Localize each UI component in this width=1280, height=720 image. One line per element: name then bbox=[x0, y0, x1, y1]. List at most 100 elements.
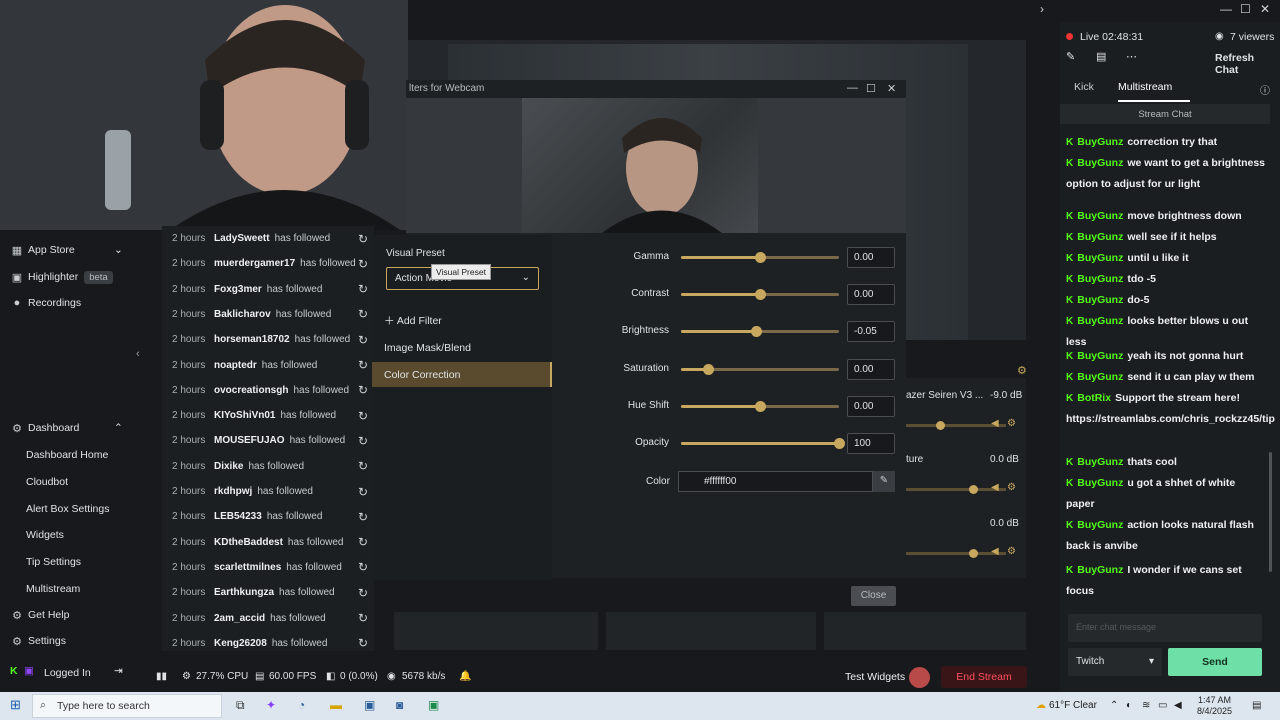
send-button[interactable]: Send bbox=[1168, 648, 1262, 676]
nav-alert-box-settings[interactable]: Alert Box Settings bbox=[26, 503, 109, 515]
filter-image-mask-blend[interactable]: Image Mask/Blend bbox=[372, 335, 552, 360]
clipboard-icon[interactable]: ▤ bbox=[1096, 50, 1106, 63]
slider-thumb[interactable] bbox=[755, 252, 766, 263]
nav-dashboard[interactable]: ⚙ Dashboard ⌃ bbox=[0, 416, 134, 440]
nav-app-store[interactable]: ▦ App Store ⌄ bbox=[0, 238, 134, 262]
slider-thumb[interactable] bbox=[755, 401, 766, 412]
chat-username[interactable]: BuyGunz bbox=[1077, 136, 1123, 148]
property-slider[interactable] bbox=[681, 252, 839, 263]
nav-cloudbot[interactable]: Cloudbot bbox=[26, 476, 68, 488]
chat-username[interactable]: BuyGunz bbox=[1077, 231, 1123, 243]
gear-icon[interactable]: ⚙ bbox=[1007, 546, 1016, 557]
property-value-input[interactable]: 0.00 bbox=[847, 247, 895, 268]
store-icon[interactable]: ▣ bbox=[364, 698, 375, 712]
record-button[interactable] bbox=[909, 667, 930, 688]
property-slider[interactable] bbox=[681, 289, 839, 300]
tab-multistream[interactable]: Multistream bbox=[1118, 81, 1172, 93]
share-icon[interactable]: ⋯ bbox=[1126, 50, 1137, 63]
mixer-slider-thumb[interactable] bbox=[969, 485, 978, 494]
replay-icon[interactable]: ↻ bbox=[358, 459, 368, 473]
maximize-button[interactable]: ☐ bbox=[1240, 2, 1251, 16]
chat-username[interactable]: BotRix bbox=[1077, 392, 1111, 404]
replay-icon[interactable]: ↻ bbox=[358, 307, 368, 321]
test-widgets-button[interactable]: Test Widgets bbox=[845, 671, 905, 683]
outlook-icon[interactable]: ◙ bbox=[396, 698, 403, 712]
network-icon[interactable]: ◐ bbox=[1126, 700, 1132, 711]
speaker-icon[interactable]: ◀ bbox=[991, 482, 999, 493]
notifications-icon[interactable]: ▤ bbox=[1252, 700, 1261, 711]
replay-icon[interactable]: ↻ bbox=[358, 636, 368, 650]
chat-username[interactable]: BuyGunz bbox=[1077, 371, 1123, 383]
property-value-input[interactable]: 0.00 bbox=[847, 359, 895, 380]
replay-icon[interactable]: ↻ bbox=[358, 383, 368, 397]
nav-widgets[interactable]: Widgets bbox=[26, 529, 64, 541]
speaker-icon[interactable]: ◀ bbox=[991, 546, 999, 557]
slider-thumb[interactable] bbox=[755, 289, 766, 300]
replay-icon[interactable]: ↻ bbox=[358, 586, 368, 600]
file-explorer-icon[interactable]: ▬ bbox=[330, 698, 342, 712]
slider-thumb[interactable] bbox=[702, 364, 714, 375]
nav-highlighter[interactable]: ▣ Highlighter beta bbox=[0, 265, 134, 289]
platform-select[interactable]: Twitch ▾ bbox=[1068, 648, 1162, 676]
logged-in-row[interactable]: K ▣ Logged In ⇥ bbox=[0, 662, 134, 684]
taskbar-search[interactable]: ⌕ Type here to search bbox=[32, 694, 222, 718]
logout-icon[interactable]: ⇥ bbox=[114, 665, 123, 677]
windows-start-icon[interactable]: ⊞ bbox=[10, 697, 21, 713]
property-slider[interactable] bbox=[681, 326, 839, 337]
chat-username[interactable]: BuyGunz bbox=[1077, 294, 1123, 306]
property-value-input[interactable]: 100 bbox=[847, 433, 895, 454]
replay-icon[interactable]: ↻ bbox=[358, 257, 368, 271]
collapse-nav-icon[interactable]: ‹ bbox=[136, 348, 140, 360]
mixer-gear-icon[interactable]: ⚙ bbox=[1017, 364, 1027, 377]
nav-settings[interactable]: ⚙ Settings bbox=[0, 629, 134, 653]
chat-username[interactable]: BuyGunz bbox=[1077, 157, 1123, 169]
dialog-close-button[interactable]: ✕ bbox=[887, 82, 896, 95]
clock[interactable]: 1:47 AM 8/4/2025 bbox=[1197, 695, 1232, 717]
property-value-input[interactable]: -0.05 bbox=[847, 321, 895, 342]
replay-icon[interactable]: ↻ bbox=[358, 510, 368, 524]
close-window-button[interactable]: ✕ bbox=[1260, 2, 1270, 16]
mixer-slider-thumb[interactable] bbox=[969, 549, 978, 558]
end-stream-button[interactable]: End Stream bbox=[941, 666, 1027, 688]
copilot-icon[interactable]: ✦ bbox=[266, 698, 276, 712]
chat-username[interactable]: BuyGunz bbox=[1077, 273, 1123, 285]
chat-username[interactable]: BuyGunz bbox=[1077, 210, 1123, 222]
dialog-maximize-button[interactable]: ☐ bbox=[866, 82, 876, 95]
tray-chevron-icon[interactable]: ⌃ bbox=[1110, 700, 1118, 711]
minimize-button[interactable]: — bbox=[1220, 2, 1232, 16]
property-slider[interactable] bbox=[681, 401, 839, 412]
nav-tip-settings[interactable]: Tip Settings bbox=[26, 556, 81, 568]
chat-username[interactable]: BuyGunz bbox=[1077, 519, 1123, 531]
nav-get-help[interactable]: ⚙ Get Help bbox=[0, 603, 134, 627]
add-filter-button[interactable]: ＋ Add Filter bbox=[384, 313, 442, 328]
edge-icon[interactable]: ◔ bbox=[298, 698, 305, 712]
property-value-input[interactable]: 0.00 bbox=[847, 284, 895, 305]
edit-icon[interactable]: ✎ bbox=[1066, 50, 1075, 63]
chat-username[interactable]: BuyGunz bbox=[1077, 456, 1123, 468]
chat-username[interactable]: BuyGunz bbox=[1077, 252, 1123, 264]
chat-username[interactable]: BuyGunz bbox=[1077, 350, 1123, 362]
color-value-input[interactable]: #ffffff00 bbox=[678, 471, 873, 492]
slider-thumb[interactable] bbox=[751, 326, 763, 337]
replay-icon[interactable]: ↻ bbox=[358, 485, 368, 499]
replay-icon[interactable]: ↻ bbox=[358, 358, 368, 372]
gear-icon[interactable]: ⚙ bbox=[1007, 482, 1016, 493]
property-slider[interactable] bbox=[681, 364, 839, 375]
dialog-close-text-button[interactable]: Close bbox=[851, 586, 896, 606]
wifi-icon[interactable]: ≋ bbox=[1142, 700, 1150, 711]
replay-icon[interactable]: ↻ bbox=[358, 232, 368, 246]
replay-icon[interactable]: ↻ bbox=[358, 560, 368, 574]
task-view-icon[interactable]: ⧉ bbox=[236, 698, 245, 713]
nav-multistream[interactable]: Multistream bbox=[26, 583, 80, 595]
property-slider[interactable] bbox=[681, 438, 845, 449]
chat-username[interactable]: BuyGunz bbox=[1077, 315, 1123, 327]
bell-icon[interactable]: 🔔 bbox=[459, 671, 471, 682]
chat-scrollbar[interactable] bbox=[1269, 452, 1272, 572]
chat-username[interactable]: BuyGunz bbox=[1077, 477, 1123, 489]
battery-icon[interactable]: ▭ bbox=[1158, 700, 1167, 711]
info-icon[interactable]: ⓘ bbox=[1260, 82, 1270, 97]
refresh-chat-button[interactable]: Refresh Chat bbox=[1215, 52, 1280, 76]
mixer-slider-thumb[interactable] bbox=[936, 421, 945, 430]
expand-chat-icon[interactable]: › bbox=[1040, 2, 1044, 16]
replay-icon[interactable]: ↻ bbox=[358, 434, 368, 448]
